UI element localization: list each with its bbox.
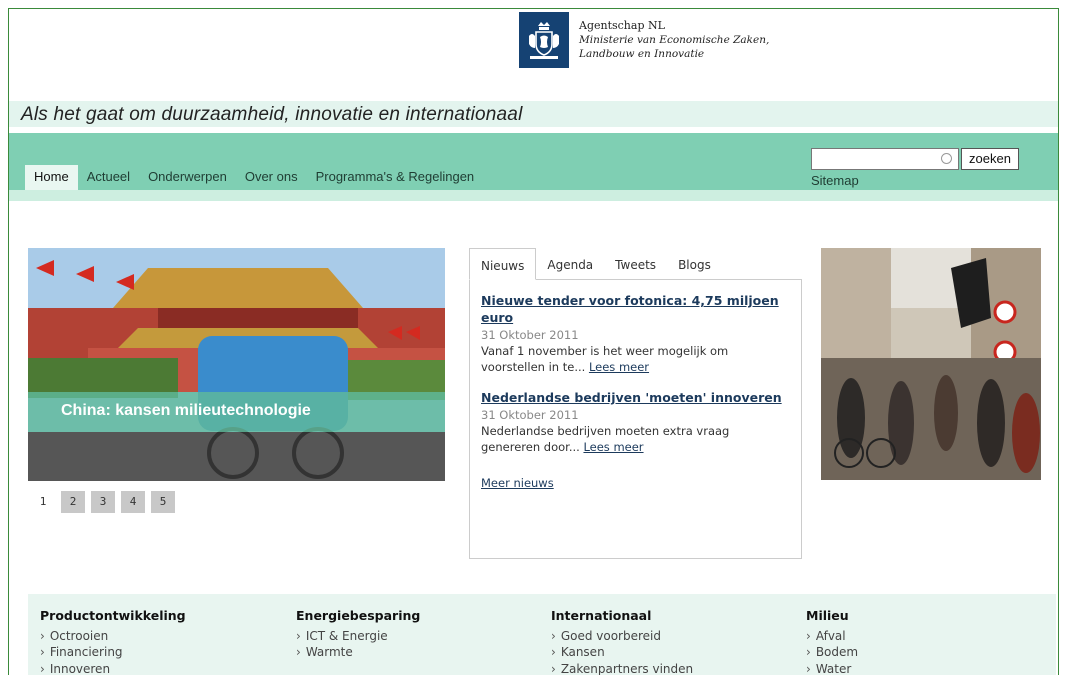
- tagline-band: Als het gaat om duurzaamheid, innovatie …: [9, 101, 1058, 127]
- news-article-summary: Nederlandse bedrijven moeten extra vraag…: [481, 423, 790, 455]
- footer-link[interactable]: Innoveren: [40, 661, 186, 675]
- page-frame: Agentschap NL Ministerie van Economische…: [8, 8, 1059, 675]
- footer-link[interactable]: Afval: [806, 628, 858, 645]
- pager-item[interactable]: 4: [121, 491, 145, 513]
- slideshow-pager: 1 2 3 4 5: [31, 491, 181, 513]
- more-news-link[interactable]: Meer nieuws: [481, 475, 790, 491]
- footer-link[interactable]: ICT & Energie: [296, 628, 420, 645]
- news-article-date: 31 Oktober 2011: [481, 328, 579, 342]
- footer-link[interactable]: Kansen: [551, 644, 693, 661]
- nav-item-programmas-regelingen[interactable]: Programma's & Regelingen: [307, 165, 484, 190]
- news-article: Nederlandse bedrijven 'moeten' innoveren…: [481, 389, 790, 455]
- pager-item[interactable]: 1: [31, 491, 55, 513]
- search-radio-icon[interactable]: [941, 153, 952, 164]
- tab-agenda[interactable]: Agenda: [536, 248, 604, 280]
- pager-item[interactable]: 3: [91, 491, 115, 513]
- site-logo[interactable]: Agentschap NL Ministerie van Economische…: [519, 11, 769, 69]
- org-name: Agentschap NL: [579, 19, 665, 32]
- nav-underline-strip: [9, 190, 1058, 201]
- news-list: Nieuwe tender voor fotonica: 4,75 miljoe…: [469, 279, 802, 559]
- search-form: zoeken: [811, 148, 1019, 170]
- sitemap-link[interactable]: Sitemap: [811, 173, 859, 188]
- pager-item[interactable]: 2: [61, 491, 85, 513]
- hero-image: [28, 248, 445, 481]
- footer-column-milieu: Milieu Afval Bodem Water: [806, 608, 858, 675]
- tab-blogs[interactable]: Blogs: [667, 248, 722, 280]
- footer-column-heading: Milieu: [806, 608, 849, 623]
- nav-item-over-ons[interactable]: Over ons: [236, 165, 307, 190]
- pager-item[interactable]: 5: [151, 491, 175, 513]
- footer-link[interactable]: Bodem: [806, 644, 858, 661]
- footer-link[interactable]: Financiering: [40, 644, 186, 661]
- footer-link[interactable]: Water: [806, 661, 858, 675]
- read-more-link[interactable]: Lees meer: [583, 440, 643, 454]
- footer-column-heading: Productontwikkeling: [40, 608, 186, 623]
- footer-link[interactable]: Goed voorbereid: [551, 628, 693, 645]
- nav-item-onderwerpen[interactable]: Onderwerpen: [139, 165, 236, 190]
- nav-item-actueel[interactable]: Actueel: [78, 165, 139, 190]
- nav-menu: Home Actueel Onderwerpen Over ons Progra…: [25, 165, 483, 190]
- news-article-title[interactable]: Nederlandse bedrijven 'moeten' innoveren: [481, 389, 790, 406]
- nav-item-home[interactable]: Home: [25, 165, 78, 190]
- footer-column-internationaal: Internationaal Goed voorbereid Kansen Za…: [551, 608, 693, 675]
- footer-links: Productontwikkeling Octrooien Financieri…: [28, 594, 1056, 675]
- tab-nieuws[interactable]: Nieuws: [469, 248, 537, 280]
- news-tabs: Nieuws Agenda Tweets Blogs: [469, 248, 722, 280]
- hero-caption[interactable]: China: kansen milieutechnologie: [28, 392, 445, 432]
- footer-column-heading: Energiebesparing: [296, 608, 421, 623]
- street-photo[interactable]: [821, 248, 1041, 480]
- footer-link[interactable]: Octrooien: [40, 628, 186, 645]
- street-photo-image: [821, 248, 1041, 480]
- ministry-line-2: Landbouw en Innovatie: [579, 48, 705, 60]
- news-box: Nieuws Agenda Tweets Blogs Nieuwe tender…: [469, 248, 802, 559]
- footer-link[interactable]: Zakenpartners vinden: [551, 661, 693, 675]
- news-article: Nieuwe tender voor fotonica: 4,75 miljoe…: [481, 292, 790, 375]
- tab-tweets[interactable]: Tweets: [604, 248, 667, 280]
- hero-slideshow[interactable]: China: kansen milieutechnologie: [28, 248, 445, 481]
- coat-of-arms-icon: [519, 12, 569, 68]
- hero-caption-text: China: kansen milieutechnologie: [61, 402, 311, 419]
- news-article-title[interactable]: Nieuwe tender voor fotonica: 4,75 miljoe…: [481, 292, 790, 326]
- tagline-text: Als het gaat om duurzaamheid, innovatie …: [21, 104, 523, 125]
- footer-column-heading: Internationaal: [551, 608, 652, 623]
- footer-link[interactable]: Warmte: [296, 644, 420, 661]
- ministry-line-1: Ministerie van Economische Zaken,: [579, 34, 770, 46]
- main-navigation: Home Actueel Onderwerpen Over ons Progra…: [9, 133, 1058, 190]
- read-more-link[interactable]: Lees meer: [589, 360, 649, 374]
- search-button[interactable]: zoeken: [961, 148, 1019, 170]
- news-article-summary: Vanaf 1 november is het weer mogelijk om…: [481, 343, 790, 375]
- news-article-date: 31 Oktober 2011: [481, 408, 579, 422]
- footer-column-energiebesparing: Energiebesparing ICT & Energie Warmte: [296, 608, 420, 661]
- search-input[interactable]: [811, 148, 959, 170]
- footer-column-productontwikkeling: Productontwikkeling Octrooien Financieri…: [40, 608, 186, 675]
